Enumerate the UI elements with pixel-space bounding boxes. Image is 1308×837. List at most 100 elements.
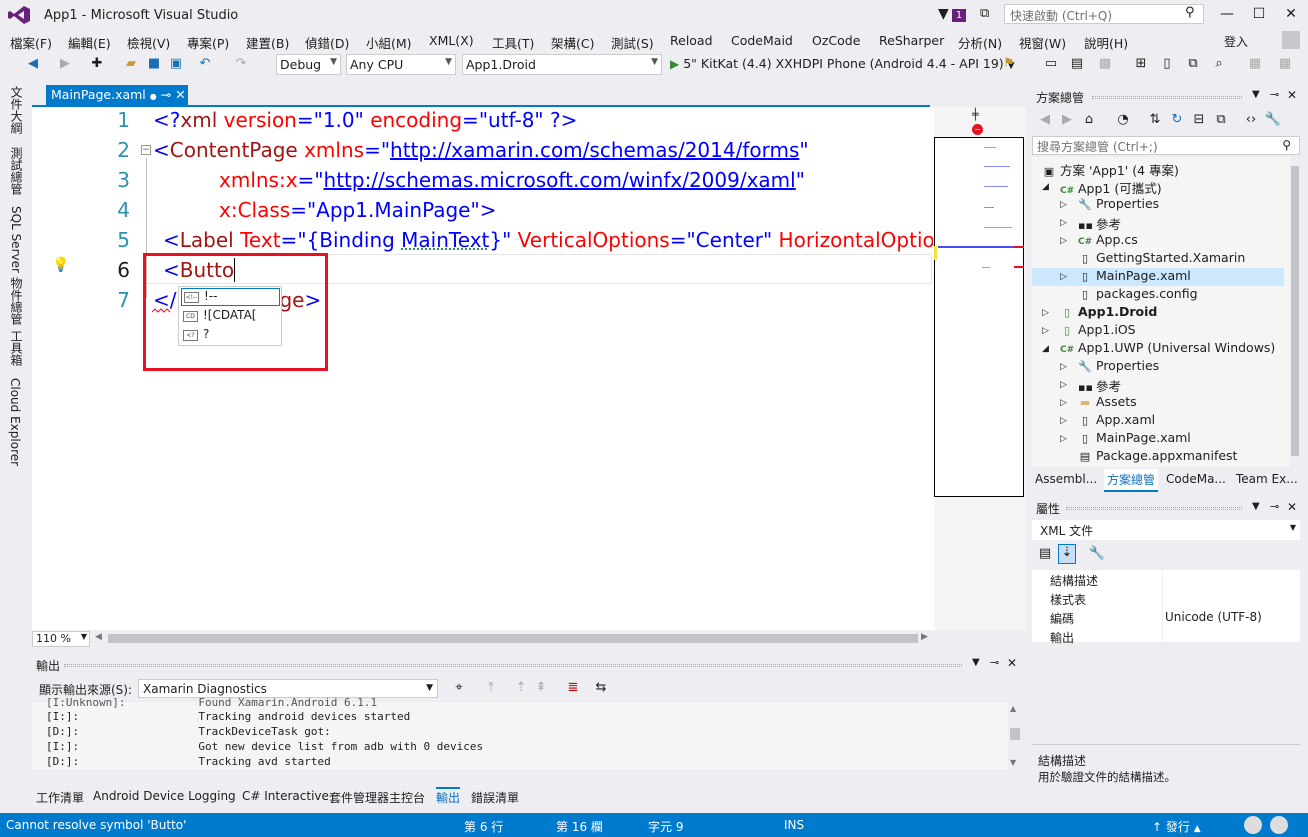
pane-pin-icon[interactable]: ⊸ xyxy=(1270,500,1279,513)
tree-item-project[interactable]: C# App1.UWP (Universal Windows) xyxy=(1060,340,1275,358)
collapsed-arrow-icon[interactable]: ▷ xyxy=(1060,398,1067,408)
start-debugging-button[interactable]: ▶ 5" KitKat (4.4) XXHDPI Phone (Android … xyxy=(670,56,1015,71)
menu-project[interactable]: 專案(P) xyxy=(187,33,229,52)
comment-icon[interactable]: ▦ xyxy=(1246,56,1264,71)
tab-assembly-explorer[interactable]: Assembl... xyxy=(1035,472,1097,486)
close-icon[interactable]: ✕ xyxy=(175,87,185,102)
tree-item-file[interactable]: ▯ GettingStarted.Xamarin xyxy=(1078,250,1245,268)
collapsed-arrow-icon[interactable]: ▷ xyxy=(1060,218,1067,228)
tab-cloud-explorer[interactable]: Cloud Explorer xyxy=(8,378,22,466)
sign-in-link[interactable]: 登入 xyxy=(1224,33,1248,50)
tab-solution-explorer[interactable]: 方案總管 xyxy=(1104,469,1159,492)
menu-debug[interactable]: 偵錯(D) xyxy=(305,33,349,52)
collapsed-arrow-icon[interactable]: ▷ xyxy=(1060,272,1067,282)
pane-grip[interactable] xyxy=(1066,507,1242,510)
categorized-icon[interactable]: ▤ xyxy=(1036,546,1054,561)
split-handle-icon[interactable]: ╪ xyxy=(972,108,979,121)
save-icon[interactable]: ■ xyxy=(145,56,163,71)
zoom-level-select[interactable]: 110 % ▼ xyxy=(32,631,90,647)
tab-toolbox[interactable]: 工具箱 xyxy=(8,330,25,366)
notifications-icon[interactable] xyxy=(1270,816,1288,834)
scroll-down-icon[interactable]: ▼ xyxy=(1010,758,1016,767)
avatar[interactable] xyxy=(1244,816,1262,834)
tree-item-file[interactable]: C# App.cs xyxy=(1078,232,1138,250)
menu-codemaid[interactable]: CodeMaid xyxy=(731,33,793,48)
collapsed-arrow-icon[interactable]: ▷ xyxy=(1042,326,1049,336)
menu-ozcode[interactable]: OzCode xyxy=(812,33,860,48)
word-wrap-icon[interactable]: ⇆ xyxy=(592,680,610,695)
menu-build[interactable]: 建置(B) xyxy=(246,33,289,52)
tree-item-file[interactable]: ▯ packages.config xyxy=(1078,286,1198,304)
alphabetical-icon[interactable]: ⇣ xyxy=(1058,544,1076,564)
property-name[interactable]: 樣式表 xyxy=(1050,591,1086,608)
collapsed-arrow-icon[interactable]: ▷ xyxy=(1042,308,1049,318)
solution-configuration-select[interactable]: Debug ▼ xyxy=(276,54,341,75)
tab-test-explorer[interactable]: 測試總管 xyxy=(8,147,25,195)
tab-document-outline[interactable]: 文件大綱 xyxy=(8,86,25,134)
menu-help[interactable]: 說明(H) xyxy=(1084,33,1128,52)
sync-icon[interactable]: ⇅ xyxy=(1146,112,1164,127)
output-scroll-thumb[interactable] xyxy=(1010,728,1020,740)
pane-close-icon[interactable]: ✕ xyxy=(1287,500,1297,514)
scroll-left-icon[interactable]: ◀ xyxy=(95,632,102,642)
tab-android-device-logging[interactable]: Android Device Logging xyxy=(93,789,236,803)
pin-icon[interactable]: ⊸ xyxy=(161,87,171,102)
xamarin-player-icon[interactable]: ⊞ xyxy=(1132,56,1150,71)
tab-team-explorer[interactable]: Team Ex... xyxy=(1236,472,1298,486)
pane-grip[interactable] xyxy=(1092,96,1242,99)
show-all-files-icon[interactable]: ⧉ xyxy=(1212,112,1230,127)
uncomment-icon[interactable]: ▦ xyxy=(1276,56,1294,71)
scroll-map-viewport[interactable] xyxy=(934,137,1024,497)
notification-badge[interactable]: 1 xyxy=(952,9,966,22)
collapse-icon[interactable]: − xyxy=(141,145,151,155)
android-device-icon[interactable]: ▩ xyxy=(1096,56,1114,71)
collapsed-arrow-icon[interactable]: ▷ xyxy=(1060,416,1067,426)
pane-close-icon[interactable]: ✕ xyxy=(1007,656,1017,670)
device-log-icon[interactable]: ⚑ xyxy=(1000,56,1018,71)
document-icon[interactable]: ▯ xyxy=(1158,56,1176,71)
splitter[interactable] xyxy=(1032,744,1300,745)
menu-tools[interactable]: 工具(T) xyxy=(492,33,534,52)
collapsed-arrow-icon[interactable]: ▷ xyxy=(1060,434,1067,444)
tree-item-project[interactable]: ▯ App1.Droid xyxy=(1060,304,1157,322)
tree-item-solution[interactable]: ▣ 方案 'App1' (4 專案) xyxy=(1042,160,1179,178)
pane-dropdown-icon[interactable]: ▼ xyxy=(1252,501,1260,512)
collapsed-arrow-icon[interactable]: ▷ xyxy=(1060,236,1067,246)
tab-error-list[interactable]: 錯誤清單 xyxy=(471,789,519,806)
publish-button[interactable]: ↑ 發行 ▲ xyxy=(1152,818,1201,835)
tab-sql-server-explorer[interactable]: SQL Server 物件總管 xyxy=(8,206,25,325)
menu-file[interactable]: 檔案(F) xyxy=(10,33,52,52)
property-value[interactable]: Unicode (UTF-8) xyxy=(1165,610,1262,624)
property-pages-icon[interactable]: 🔧 xyxy=(1088,546,1106,561)
tab-package-manager-console[interactable]: 套件管理器主控台 xyxy=(329,789,425,806)
minimize-button[interactable]: — xyxy=(1212,2,1242,26)
tab-csharp-interactive[interactable]: C# Interactive xyxy=(242,789,329,803)
menu-reload[interactable]: Reload xyxy=(670,33,713,48)
previous-message-icon[interactable]: ⤒ xyxy=(482,680,500,695)
properties-wrench-icon[interactable]: 🔧 xyxy=(1264,112,1282,127)
properties-object-select[interactable]: XML 文件 ▼ xyxy=(1032,520,1300,540)
goto-message-icon[interactable]: ⇞ xyxy=(532,680,550,695)
search-icon[interactable]: ⚲ xyxy=(1185,5,1195,20)
property-name[interactable]: 輸出 xyxy=(1050,629,1074,646)
tree-item-file[interactable]: ▤ Package.appxmanifest xyxy=(1078,448,1238,466)
tree-item-properties[interactable]: 🔧 Properties xyxy=(1078,358,1159,376)
property-name[interactable]: 結構描述 xyxy=(1050,572,1098,589)
home-icon[interactable]: ⌂ xyxy=(1080,112,1098,127)
view-code-icon[interactable]: ‹› xyxy=(1242,112,1260,127)
horizontal-scroll-thumb[interactable] xyxy=(108,634,918,643)
open-folder-icon[interactable]: ▰ xyxy=(122,56,140,71)
maximize-button[interactable]: ☐ xyxy=(1244,2,1274,26)
menu-resharper[interactable]: ReSharper xyxy=(879,33,944,48)
pane-grip[interactable] xyxy=(64,664,962,667)
notification-filter-icon[interactable]: ▼ xyxy=(938,6,949,22)
collapse-all-icon[interactable]: ⊟ xyxy=(1190,112,1208,127)
android-emulator-icon[interactable]: ▭ xyxy=(1042,56,1060,71)
quick-launch-input[interactable]: 快速啟動 (Ctrl+Q) xyxy=(1004,4,1204,24)
tree-item-file[interactable]: ▯ App.xaml xyxy=(1078,412,1155,430)
pane-close-icon[interactable]: ✕ xyxy=(1287,88,1297,102)
scroll-up-icon[interactable]: ▲ xyxy=(1010,704,1016,713)
menu-architecture[interactable]: 架構(C) xyxy=(551,33,594,52)
pane-pin-icon[interactable]: ⊸ xyxy=(1270,88,1279,101)
scroll-right-icon[interactable]: ▶ xyxy=(921,632,928,642)
